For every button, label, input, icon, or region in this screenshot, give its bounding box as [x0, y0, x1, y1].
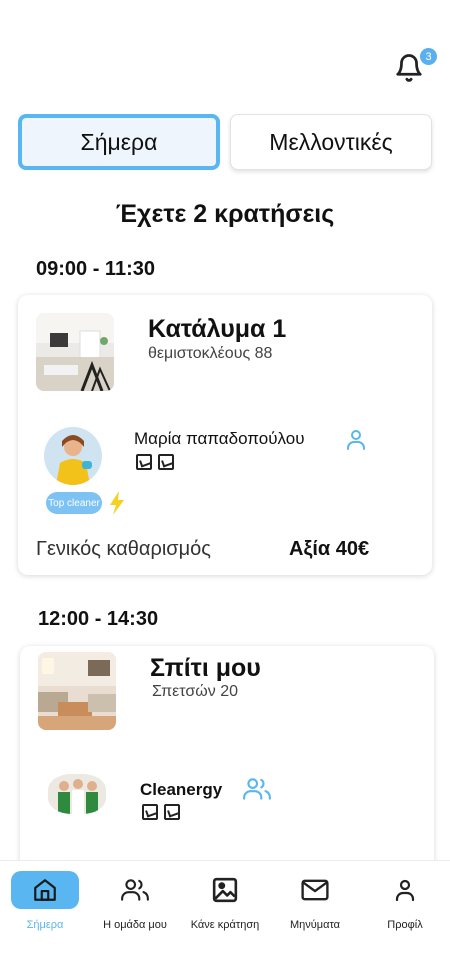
day-tabs: Σήμερα Μελλοντικές — [18, 114, 432, 170]
cleaner-attributes — [136, 454, 174, 470]
nav-messages[interactable]: Μηνύματα — [270, 871, 360, 951]
nav-profile[interactable]: Προφίλ — [360, 871, 450, 951]
mail-icon — [301, 879, 329, 901]
property-address: θεμιστοκλέους 88 — [148, 345, 273, 362]
cleaner-avatar — [48, 774, 106, 814]
bookings-heading: Έχετε 2 κρατήσεις — [115, 200, 335, 228]
cleaner-name: Cleanergy — [140, 780, 223, 799]
nav-my-team[interactable]: Η ομάδα μου — [90, 871, 180, 951]
property-photo — [38, 652, 116, 730]
nav-label: Προφίλ — [387, 919, 423, 931]
booking-time: 09:00 - 11:30 — [36, 258, 155, 280]
property-title: Σπίτι μου — [150, 654, 261, 682]
property-photo — [36, 313, 114, 391]
service-price: Αξία 40€ — [289, 538, 370, 560]
tab-today[interactable]: Σήμερα — [18, 114, 220, 170]
nav-label: Η ομάδα μου — [103, 919, 167, 931]
cleaner-name: Μαρία παπαδοπούλου — [134, 429, 305, 448]
image-icon — [158, 454, 174, 470]
notification-count-badge: 3 — [420, 48, 437, 65]
tab-upcoming[interactable]: Μελλοντικές — [230, 114, 432, 170]
cleaner-avatar — [44, 427, 102, 485]
top-cleaner-badge: Top cleaner — [46, 492, 102, 514]
image-icon — [164, 804, 180, 820]
property-title: Κατάλυμα 1 — [148, 315, 287, 343]
property-address: Σπετσών 20 — [152, 683, 238, 700]
team-icon — [121, 879, 149, 901]
lightning-icon — [110, 491, 124, 515]
user-icon — [395, 879, 415, 902]
nav-make-booking[interactable]: Κάνε κράτηση — [180, 871, 270, 951]
nav-label: Σήμερα — [26, 919, 64, 931]
service-type: Γενικός καθαρισμός — [36, 538, 211, 560]
nav-today[interactable]: Σήμερα — [0, 871, 90, 951]
person-icon — [347, 430, 365, 450]
image-icon — [136, 454, 152, 470]
notifications-button[interactable]: 3 — [392, 48, 437, 86]
booking-card[interactable]: Κατάλυμα 1 θεμιστοκλέους 88 Μαρία παπαδο… — [18, 295, 432, 575]
bottom-navigation: Σήμερα Η ομάδα μου Κάνε κράτηση Μηνύματα… — [0, 860, 450, 979]
nav-label: Κάνε κράτηση — [190, 919, 260, 931]
home-icon — [34, 879, 56, 901]
image-icon — [142, 804, 158, 820]
booking-time: 12:00 - 14:30 — [38, 608, 159, 630]
image-icon — [212, 877, 238, 903]
cleaner-attributes — [142, 804, 180, 820]
nav-label: Μηνύματα — [289, 919, 341, 931]
team-icon — [243, 778, 271, 800]
